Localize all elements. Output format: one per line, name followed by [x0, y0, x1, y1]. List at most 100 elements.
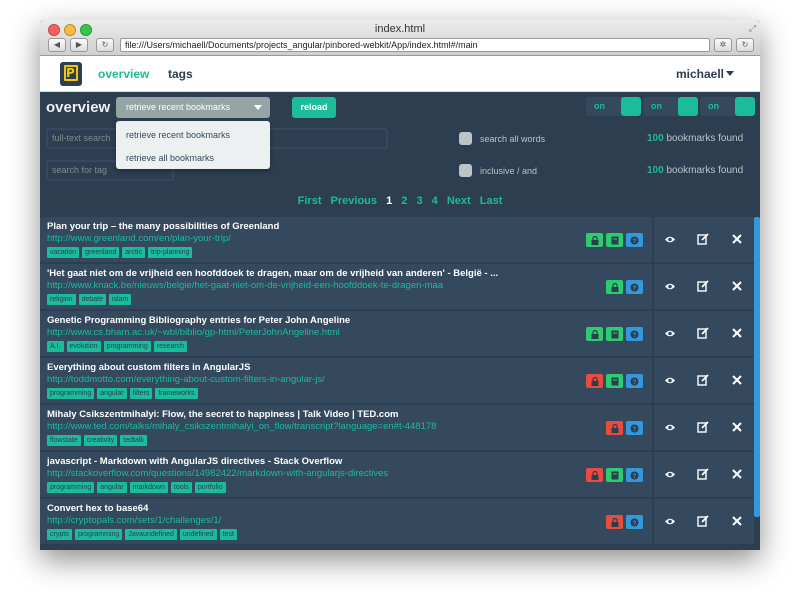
bookmark-url[interactable]: http://stackoverflow.com/questions/14982…	[47, 468, 517, 479]
search-all-words-checkbox[interactable]	[459, 132, 472, 145]
page-4[interactable]: 4	[432, 195, 438, 207]
close-icon[interactable]	[729, 231, 745, 247]
page-previous[interactable]: Previous	[331, 195, 377, 207]
tag-badge[interactable]: religion	[47, 294, 76, 305]
dropdown-option-recent[interactable]: retrieve recent bookmarks	[126, 130, 230, 140]
tag-badge[interactable]: vacation	[47, 247, 80, 258]
info-icon[interactable]: ?	[626, 374, 643, 388]
tag-badge[interactable]: programming	[75, 529, 123, 540]
tag-badge[interactable]: debate	[78, 294, 106, 305]
tag-badge[interactable]: creativity	[83, 435, 118, 446]
edit-icon[interactable]	[695, 325, 711, 341]
lock-icon[interactable]	[586, 374, 603, 388]
bookmark-url[interactable]: http://www.knack.be/nieuws/belgie/het-ga…	[47, 280, 517, 291]
pinbored-logo[interactable]: P	[60, 62, 82, 86]
user-menu[interactable]: michaell	[676, 67, 724, 81]
bookmark-url[interactable]: http://www.ted.com/talks/mihaly_csikszen…	[47, 421, 517, 432]
note-icon[interactable]	[606, 327, 623, 341]
back-button[interactable]: ◀	[48, 38, 66, 52]
bookmark-url[interactable]: http://toddmotto.com/everything-about-cu…	[47, 374, 517, 385]
bookmark-url[interactable]: http://www.cs.bham.ac.uk/~wbl/biblio/gp-…	[47, 327, 517, 338]
eye-icon[interactable]	[662, 419, 678, 435]
page-2[interactable]: 2	[401, 195, 407, 207]
info-icon[interactable]: ?	[626, 280, 643, 294]
tag-badge[interactable]: arctic	[122, 247, 145, 258]
tag-badge[interactable]: A.I.	[47, 341, 64, 352]
edit-icon[interactable]	[695, 278, 711, 294]
tag-badge[interactable]: markdown	[129, 482, 168, 493]
tag-badge[interactable]: programming	[103, 341, 151, 352]
tag-badge[interactable]: angular	[97, 482, 127, 493]
info-icon[interactable]: ?	[626, 421, 643, 435]
nav-tags[interactable]: tags	[168, 67, 193, 81]
refresh-button[interactable]: ↻	[96, 38, 114, 52]
eye-icon[interactable]	[662, 513, 678, 529]
reload-button[interactable]: reload	[292, 97, 336, 118]
tag-badge[interactable]: tools	[170, 482, 192, 493]
bookmark-title[interactable]: javascript - Markdown with AngularJS dir…	[47, 456, 507, 467]
tag-badge[interactable]: angular	[97, 388, 127, 399]
close-icon[interactable]	[729, 325, 745, 341]
tag-badge[interactable]: programming	[47, 388, 95, 399]
close-icon[interactable]	[729, 513, 745, 529]
close-icon[interactable]	[729, 278, 745, 294]
settings-gear-button[interactable]: ✲	[714, 38, 732, 52]
toggle-2[interactable]: on	[643, 97, 698, 116]
scrollbar[interactable]	[754, 217, 760, 550]
tag-badge[interactable]: test	[219, 529, 237, 540]
toggle-3[interactable]: on	[700, 97, 755, 116]
tag-badge[interactable]: research	[153, 341, 188, 352]
info-icon[interactable]: ?	[626, 468, 643, 482]
info-icon[interactable]: ?	[626, 327, 643, 341]
dropdown-option-all[interactable]: retrieve all bookmarks	[126, 153, 214, 163]
edit-icon[interactable]	[695, 231, 711, 247]
tag-badge[interactable]: tedtalk	[120, 435, 147, 446]
lock-icon[interactable]	[586, 327, 603, 341]
tag-badge[interactable]: evolution	[66, 341, 101, 352]
lock-icon[interactable]	[606, 421, 623, 435]
tag-badge[interactable]: filters	[129, 388, 153, 399]
page-last[interactable]: Last	[480, 195, 503, 207]
info-icon[interactable]: ?	[626, 515, 643, 529]
lock-icon[interactable]	[606, 280, 623, 294]
bookmark-title[interactable]: Plan your trip – the many possibilities …	[47, 221, 507, 232]
bookmark-title[interactable]: Genetic Programming Bibliography entries…	[47, 315, 507, 326]
close-icon[interactable]	[729, 372, 745, 388]
info-icon[interactable]: ?	[626, 233, 643, 247]
bookmark-title[interactable]: Mihaly Csikszentmihalyi: Flow, the secre…	[47, 409, 507, 420]
bookmark-title[interactable]: 'Het gaat niet om de vrijheid een hoofdd…	[47, 268, 507, 279]
lock-icon[interactable]	[586, 468, 603, 482]
nav-overview[interactable]: overview	[98, 67, 149, 81]
close-icon[interactable]	[729, 466, 745, 482]
tag-badge[interactable]: Javaundefined	[125, 529, 177, 540]
eye-icon[interactable]	[662, 231, 678, 247]
note-icon[interactable]	[606, 374, 623, 388]
bookmark-title[interactable]: Convert hex to base64	[47, 503, 507, 514]
edit-icon[interactable]	[695, 466, 711, 482]
tag-badge[interactable]: portfolio	[194, 482, 226, 493]
page-reload-button[interactable]: ↻	[736, 38, 754, 52]
tag-badge[interactable]: undefined	[179, 529, 217, 540]
scrollbar-thumb[interactable]	[754, 217, 760, 517]
page-first[interactable]: First	[298, 195, 322, 207]
lock-icon[interactable]	[586, 233, 603, 247]
close-icon[interactable]	[729, 419, 745, 435]
edit-icon[interactable]	[695, 513, 711, 529]
bookmark-title[interactable]: Everything about custom filters in Angul…	[47, 362, 507, 373]
eye-icon[interactable]	[662, 325, 678, 341]
page-next[interactable]: Next	[447, 195, 471, 207]
tag-badge[interactable]: greenland	[82, 247, 120, 258]
inclusive-checkbox[interactable]	[459, 164, 472, 177]
page-1[interactable]: 1	[386, 195, 392, 207]
bookmark-url[interactable]: http://www.greenland.com/en/plan-your-tr…	[47, 233, 517, 244]
eye-icon[interactable]	[662, 278, 678, 294]
toggle-1[interactable]: on	[586, 97, 641, 116]
tag-badge[interactable]: trip-planning	[147, 247, 193, 258]
lock-icon[interactable]	[606, 515, 623, 529]
page-3[interactable]: 3	[416, 195, 422, 207]
bookmark-url[interactable]: http://cryptopals.com/sets/1/challenges/…	[47, 515, 517, 526]
retrieve-mode-select[interactable]: retrieve recent bookmarks	[116, 97, 270, 118]
url-bar[interactable]: file:///Users/michaell/Documents/project…	[120, 38, 710, 52]
edit-icon[interactable]	[695, 419, 711, 435]
fullscreen-icon[interactable]: ⤢	[749, 23, 756, 34]
